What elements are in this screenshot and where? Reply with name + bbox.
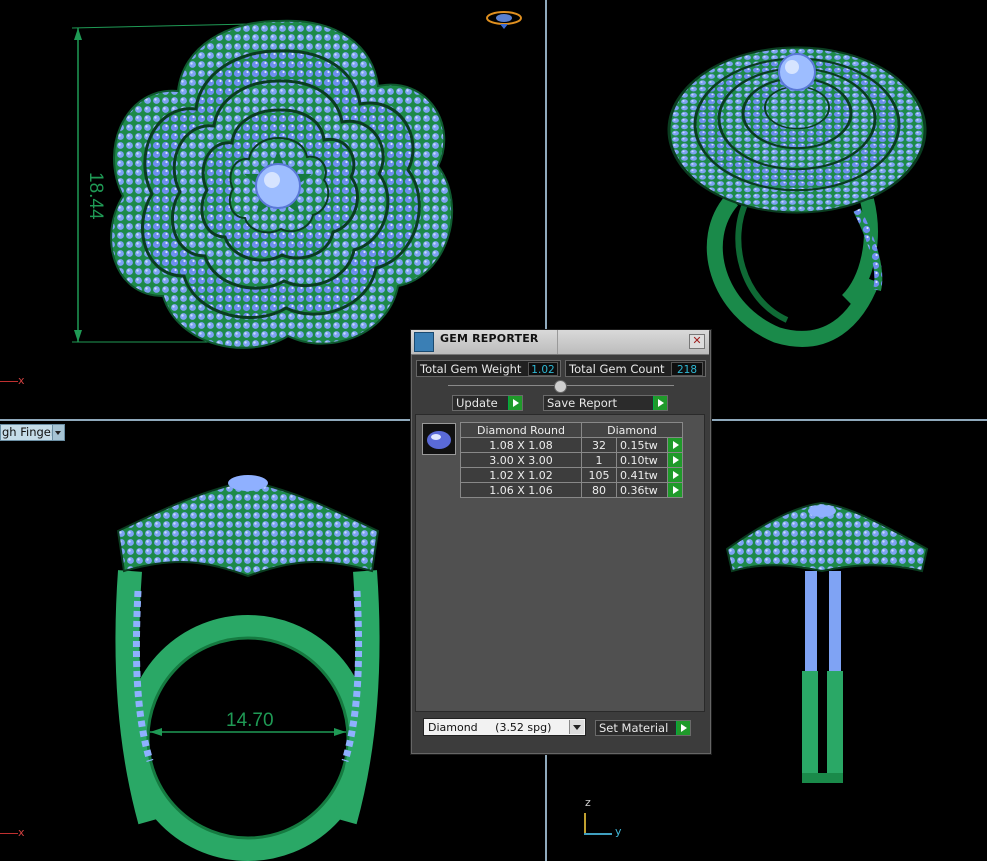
window-title: GEM REPORTER	[440, 332, 539, 345]
gem-table-header: Diamond Round Diamond	[460, 422, 683, 438]
row-arrow-icon[interactable]	[667, 482, 683, 498]
title-divider	[557, 330, 558, 354]
y-axis-indicator: y	[615, 825, 622, 838]
set-material-button-label: Set Material	[599, 721, 669, 735]
window-title-bar[interactable]: GEM REPORTER ✕	[411, 330, 709, 355]
gem-size: 1.08 X 1.08	[460, 437, 582, 453]
view-selector-label: gh Finger	[2, 425, 56, 439]
gem-size: 1.06 X 1.06	[460, 482, 582, 498]
gem-weight: 0.41tw	[616, 467, 668, 483]
close-button[interactable]: ✕	[689, 334, 705, 349]
gem-count: 32	[581, 437, 617, 453]
width-dimension-label: 14.70	[226, 710, 274, 731]
gem-weight: 0.15tw	[616, 437, 668, 453]
total-gem-weight-value: 1.02	[528, 362, 558, 376]
table-row[interactable]: 1.02 X 1.02 105 0.41tw	[460, 467, 683, 483]
play-arrow-icon	[653, 396, 667, 410]
gem-count: 1	[581, 452, 617, 468]
diamond-gem-icon	[427, 431, 451, 449]
update-button[interactable]: Update	[452, 395, 523, 411]
camera-gizmo-icon[interactable]	[484, 8, 524, 30]
gem-reporter-window[interactable]: GEM REPORTER ✕ Total Gem Weight 1.02 Tot…	[410, 329, 712, 755]
play-arrow-icon	[676, 721, 690, 735]
gem-list-panel: Diamond Round Diamond 1.08 X 1.08 32 0.1…	[415, 414, 705, 712]
column-header-material: Diamond	[581, 422, 683, 438]
set-material-button[interactable]: Set Material	[595, 720, 691, 736]
total-gem-count-label: Total Gem Count	[569, 362, 665, 376]
diamond-thumbnail[interactable]	[422, 423, 456, 455]
z-axis-indicator: z	[585, 796, 591, 809]
gem-count: 80	[581, 482, 617, 498]
total-gem-weight-label: Total Gem Weight	[420, 362, 522, 376]
gem-count: 105	[581, 467, 617, 483]
table-row[interactable]: 1.06 X 1.06 80 0.36tw	[460, 482, 683, 498]
material-select[interactable]: Diamond (3.52 spg)	[423, 718, 586, 736]
save-report-button-label: Save Report	[547, 396, 618, 410]
update-button-label: Update	[456, 396, 498, 410]
x-axis-indicator-bottom: x	[0, 826, 25, 839]
gem-table: Diamond Round Diamond 1.08 X 1.08 32 0.1…	[460, 422, 683, 498]
row-arrow-icon[interactable]	[667, 452, 683, 468]
save-report-button[interactable]: Save Report	[543, 395, 668, 411]
column-header-shape: Diamond Round	[460, 422, 582, 438]
total-gem-count: Total Gem Count 218	[565, 360, 706, 377]
axis-gizmo-lines	[584, 813, 586, 833]
view-selector-dropdown[interactable]: gh Finger	[0, 424, 65, 441]
row-arrow-icon[interactable]	[667, 467, 683, 483]
total-gem-count-value: 218	[671, 362, 703, 376]
table-row[interactable]: 3.00 X 3.00 1 0.10tw	[460, 452, 683, 468]
chevron-down-icon[interactable]	[569, 720, 584, 734]
gem-reporter-app-icon	[414, 332, 434, 352]
axis-gizmo-lines-h	[584, 833, 612, 835]
height-dimension-label: 18.44	[85, 172, 106, 220]
total-gem-weight: Total Gem Weight 1.02	[416, 360, 561, 377]
gem-weight: 0.10tw	[616, 452, 668, 468]
slider-handle[interactable]	[554, 380, 567, 393]
chevron-down-icon[interactable]	[52, 425, 64, 440]
x-axis-indicator: x	[0, 374, 25, 387]
play-arrow-icon	[508, 396, 522, 410]
row-arrow-icon[interactable]	[667, 437, 683, 453]
material-select-value: Diamond (3.52 spg)	[428, 721, 552, 734]
table-row[interactable]: 1.08 X 1.08 32 0.15tw	[460, 437, 683, 453]
gem-weight: 0.36tw	[616, 482, 668, 498]
gem-size: 1.02 X 1.02	[460, 467, 582, 483]
gem-size: 3.00 X 3.00	[460, 452, 582, 468]
